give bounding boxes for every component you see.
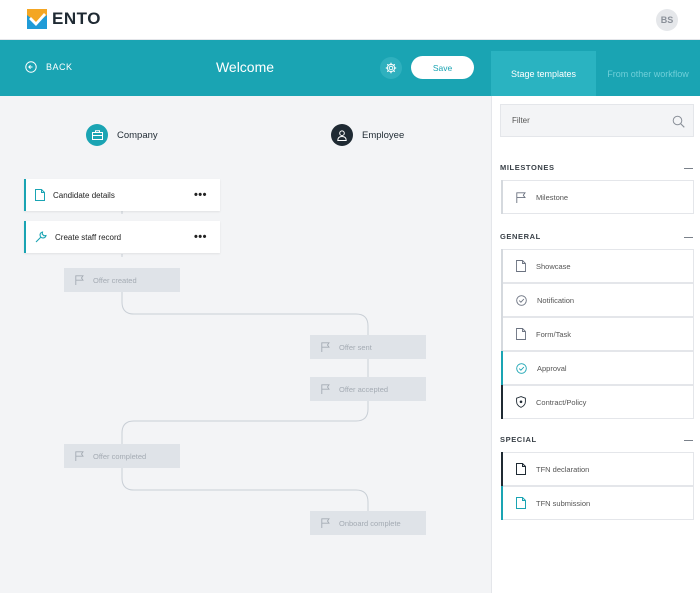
workflow-canvas[interactable]: Company Employee Candidate details ••• C… [0,96,491,593]
lane-employee-label: Employee [362,129,405,141]
flag-icon [321,342,330,352]
flag-icon [516,191,526,203]
section-title-general: GENERAL [500,232,541,241]
placeholder-stage[interactable]: Offer sent [310,335,426,359]
user-icon [331,124,353,146]
placeholder-label: Offer created [93,275,137,285]
collapse-special-icon[interactable] [684,440,693,441]
template-label: Notification [537,295,575,305]
user-avatar[interactable]: BS [656,9,678,31]
flag-icon [321,384,330,394]
template-notification[interactable]: Notification [501,283,694,317]
briefcase-icon [86,124,108,146]
stage-accent-bar [24,179,26,211]
document-icon [516,463,526,475]
template-bar [501,180,503,214]
template-label: TFN submission [536,498,591,508]
section-title-milestones: MILESTONES [500,163,555,172]
ento-logo-icon [27,9,47,29]
section-title-special: SPECIAL [500,435,537,444]
logo[interactable]: ENTO [27,9,101,29]
placeholder-stage[interactable]: Onboard complete [310,511,426,535]
workflow-header: BACK Welcome Save [0,40,491,96]
stage-templates-panel: Filter MILESTONES Milestone GENERAL Show… [491,96,700,593]
lane-company-label: Company [117,129,158,141]
placeholder-label: Offer accepted [339,384,389,394]
filter-placeholder: Filter [512,116,530,125]
stage-card[interactable]: Candidate details ••• [24,179,220,211]
gear-icon [385,62,397,74]
template-bar [501,452,503,486]
stage-label: Create staff record [55,232,122,242]
filter-input[interactable]: Filter [500,104,694,137]
document-icon [516,497,526,509]
collapse-milestones-icon[interactable] [684,168,693,169]
settings-button[interactable] [380,57,402,79]
template-bar [501,351,503,385]
template-label: Approval [537,363,567,373]
top-bar: ENTO BS [0,0,700,40]
lane-company: Company [86,124,158,146]
arrow-left-circle-icon [25,61,37,73]
placeholder-stage[interactable]: Offer completed [64,444,180,468]
collapse-general-icon[interactable] [684,237,693,238]
template-label: Contract/Policy [536,397,587,407]
panel-tabs: Stage templates From other workflow [491,40,700,96]
template-contract-policy[interactable]: Contract/Policy [501,385,694,419]
stage-accent-bar [24,221,26,253]
template-label: Form/Task [536,329,572,339]
template-label: Showcase [536,261,571,271]
template-approval[interactable]: Approval [501,351,694,385]
template-bar [501,249,503,283]
back-label: BACK [46,62,73,72]
template-bar [501,486,503,520]
template-form-task[interactable]: Form/Task [501,317,694,351]
page-title: Welcome [215,59,275,75]
template-tfn-submission[interactable]: TFN submission [501,486,694,520]
placeholder-stage[interactable]: Offer created [64,268,180,292]
flag-icon [75,275,84,285]
check-circle-icon [516,294,527,306]
check-circle-icon [516,362,527,374]
stage-card[interactable]: Create staff record ••• [24,221,220,253]
placeholder-label: Offer sent [339,342,372,352]
stage-label: Candidate details [53,190,115,200]
document-icon [516,328,526,340]
template-bar [501,317,503,351]
wrench-icon [35,231,47,243]
save-button[interactable]: Save [411,56,474,79]
tab-stage-templates[interactable]: Stage templates [491,51,596,96]
placeholder-stage[interactable]: Offer accepted [310,377,426,401]
template-tfn-declaration[interactable]: TFN declaration [501,452,694,486]
template-bar [501,283,503,317]
flag-icon [75,451,84,461]
template-label: Milestone [536,192,569,202]
more-options-icon[interactable]: ••• [194,231,207,243]
tab-from-other-workflow[interactable]: From other workflow [596,51,700,96]
back-button[interactable]: BACK [25,61,73,73]
template-milestone[interactable]: Milestone [501,180,694,214]
flag-icon [321,518,330,528]
shield-icon [516,396,526,408]
more-options-icon[interactable]: ••• [194,189,207,201]
placeholder-label: Offer completed [93,451,147,461]
template-showcase[interactable]: Showcase [501,249,694,283]
document-icon [516,260,526,272]
search-icon [672,115,685,128]
template-bar [501,385,503,419]
document-icon [35,189,45,201]
placeholder-label: Onboard complete [339,518,401,528]
template-label: TFN declaration [536,464,590,474]
lane-employee: Employee [331,124,404,146]
logo-text: ENTO [52,9,101,28]
